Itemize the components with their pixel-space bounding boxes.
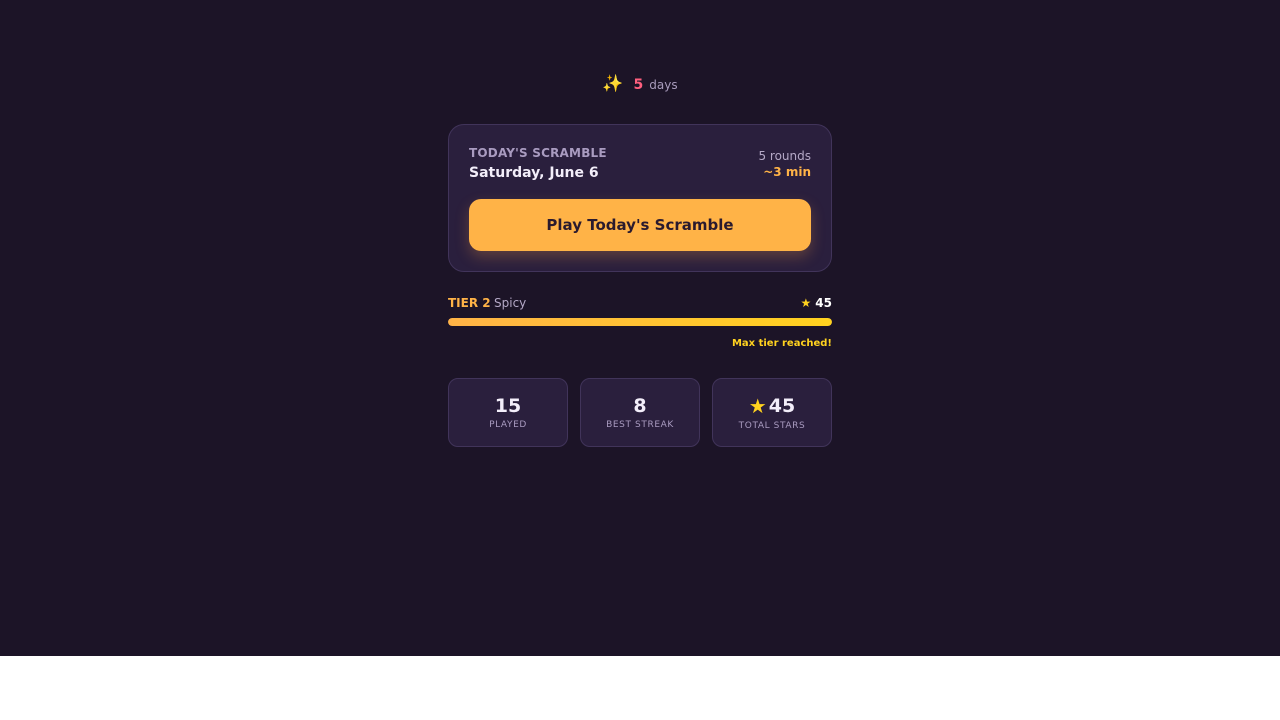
streak-indicator: ✨ 5 days: [0, 76, 1280, 93]
stat-played-label: PLAYED: [489, 420, 527, 431]
scramble-label: TODAY'S SCRAMBLE: [469, 146, 607, 160]
stat-best-streak-label: BEST STREAK: [606, 420, 674, 431]
streak-unit: days: [649, 77, 678, 92]
max-tier-note: Max tier reached!: [731, 338, 832, 349]
stat-total-stars: ★ 45 TOTAL STARS: [712, 378, 832, 447]
tier-progress-fill: [448, 318, 832, 326]
tier-stars: ★ 45: [801, 296, 832, 310]
scramble-date: Saturday, June 6: [469, 165, 599, 181]
streak-count: 5: [633, 76, 644, 93]
stat-total-stars-value-wrap: ★ 45: [749, 394, 795, 418]
star-icon: ★: [748, 394, 767, 418]
tier-header: TIER 2 Spicy ★ 45: [448, 296, 832, 312]
tier-name: TIER 2: [448, 296, 491, 310]
daily-scramble-card: TODAY'S SCRAMBLE Saturday, June 6 5 roun…: [448, 124, 832, 272]
estimated-time: ~3 min: [763, 165, 811, 179]
stat-total-stars-label: TOTAL STARS: [738, 421, 806, 431]
stat-best-streak-value: 8: [633, 394, 647, 417]
tier-progress-bar: [448, 318, 832, 326]
rounds-count: 5 rounds: [758, 149, 811, 163]
play-scramble-button[interactable]: Play Today's Scramble: [469, 199, 811, 251]
stat-best-streak: 8 BEST STREAK: [580, 378, 700, 447]
tier-stars-count: 45: [815, 296, 832, 310]
stats-row: 15 PLAYED 8 BEST STREAK ★ 45 TOTAL STARS: [448, 378, 832, 447]
stat-total-stars-value: 45: [768, 394, 796, 417]
sparkles-icon: ✨: [602, 74, 624, 94]
app-screen: ✨ 5 days TODAY'S SCRAMBLE Saturday, June…: [0, 0, 1280, 656]
star-icon: ★: [800, 296, 812, 310]
stat-played: 15 PLAYED: [448, 378, 568, 447]
stat-played-value: 15: [494, 394, 522, 417]
tier-subtitle: Spicy: [494, 296, 527, 310]
